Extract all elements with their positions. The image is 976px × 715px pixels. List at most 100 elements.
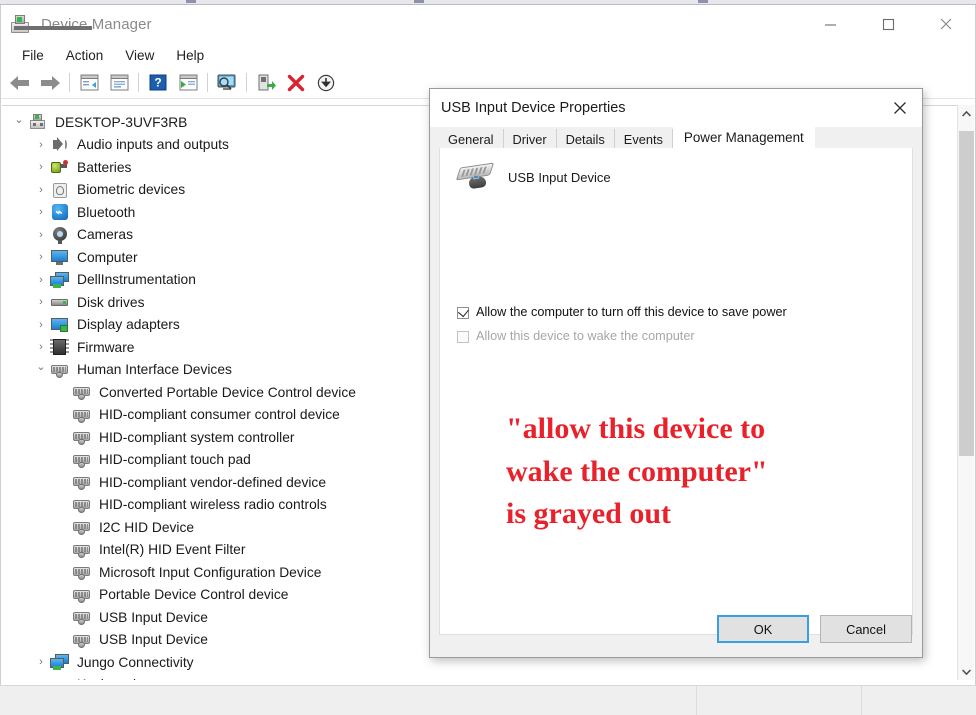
monitor-icon bbox=[50, 248, 70, 266]
firmware-chip-icon bbox=[50, 338, 70, 356]
tree-node-label: Portable Device Control device bbox=[99, 587, 289, 603]
tree-node-label: Intel(R) HID Event Filter bbox=[99, 542, 246, 558]
tree-node-keyboards[interactable]: Keyboards bbox=[2, 674, 942, 680]
tab-events[interactable]: Events bbox=[614, 129, 673, 149]
tree-node-label: Biometric devices bbox=[77, 182, 186, 198]
chevron-right-icon[interactable] bbox=[32, 679, 50, 680]
annotation-line-3: is grayed out bbox=[506, 497, 671, 531]
tree-node-label: Keyboards bbox=[77, 677, 143, 680]
chevron-down-icon[interactable] bbox=[958, 663, 975, 680]
tree-vertical-scrollbar[interactable] bbox=[957, 105, 974, 680]
hid-icon bbox=[72, 541, 92, 559]
enable-device-icon[interactable] bbox=[251, 70, 281, 96]
allow-wake-label: Allow this device to wake the computer bbox=[476, 329, 695, 343]
network-monitors-icon bbox=[50, 271, 70, 289]
chevron-down-icon[interactable] bbox=[10, 116, 28, 129]
menu-bar: File Action View Help bbox=[1, 43, 975, 67]
tree-node-label: DESKTOP-3UVF3RB bbox=[55, 114, 188, 130]
cancel-button[interactable]: Cancel bbox=[820, 615, 912, 643]
computer-root-icon bbox=[28, 113, 48, 131]
hid-icon bbox=[50, 361, 70, 379]
status-bar bbox=[0, 685, 976, 715]
chevron-down-icon[interactable] bbox=[32, 363, 50, 376]
tree-node-label: HID-compliant wireless radio controls bbox=[99, 497, 327, 513]
chevron-right-icon[interactable] bbox=[32, 139, 50, 151]
hid-icon bbox=[72, 496, 92, 514]
tree-node-label: Microsoft Input Configuration Device bbox=[99, 564, 322, 580]
tree-node-label: Audio inputs and outputs bbox=[77, 137, 229, 153]
help-icon[interactable]: ? bbox=[143, 70, 173, 96]
keyboard-icon bbox=[50, 676, 70, 680]
chevron-right-icon[interactable] bbox=[32, 206, 50, 218]
tab-power-management[interactable]: Power Management bbox=[672, 125, 815, 149]
tree-node-label: USB Input Device bbox=[99, 609, 208, 625]
show-hide-console-tree-icon[interactable] bbox=[74, 70, 104, 96]
speaker-icon bbox=[50, 136, 70, 154]
chevron-up-icon[interactable] bbox=[958, 105, 975, 122]
hid-icon bbox=[72, 473, 92, 491]
menu-item-view[interactable]: View bbox=[114, 46, 165, 65]
chevron-right-icon[interactable] bbox=[32, 319, 50, 331]
tree-node-label: Jungo Connectivity bbox=[77, 654, 194, 670]
allow-turn-off-row[interactable]: Allow the computer to turn off this devi… bbox=[457, 305, 787, 320]
minimize-button[interactable] bbox=[801, 5, 859, 43]
status-segment-secondary bbox=[697, 686, 862, 715]
chevron-right-icon[interactable] bbox=[32, 296, 50, 308]
menu-item-action[interactable]: Action bbox=[55, 46, 115, 65]
allow-wake-checkbox bbox=[457, 331, 469, 343]
tree-node-label: USB Input Device bbox=[99, 632, 208, 648]
tab-general[interactable]: General bbox=[439, 129, 504, 149]
power-management-panel: USB Input Device Allow the computer to t… bbox=[439, 148, 913, 635]
dialog-body: General Driver Details Events Power Mana… bbox=[430, 125, 922, 657]
battery-icon bbox=[50, 158, 70, 176]
menu-item-help[interactable]: Help bbox=[165, 46, 215, 65]
tree-node-label: DellInstrumentation bbox=[77, 272, 196, 288]
device-header: USB Input Device bbox=[455, 160, 611, 194]
scrollbar-thumb[interactable] bbox=[959, 131, 974, 456]
dialog-title-bar: USB Input Device Properties bbox=[430, 89, 922, 127]
chevron-right-icon[interactable] bbox=[32, 341, 50, 353]
back-arrow-icon[interactable] bbox=[5, 70, 35, 96]
chevron-right-icon[interactable] bbox=[32, 229, 50, 241]
tab-details[interactable]: Details bbox=[556, 129, 615, 149]
toolbar-separator bbox=[246, 73, 247, 92]
maximize-button[interactable] bbox=[859, 5, 917, 43]
fingerprint-icon bbox=[50, 181, 70, 199]
device-name-label: USB Input Device bbox=[508, 169, 611, 185]
toolbar-separator bbox=[69, 73, 70, 92]
close-button[interactable] bbox=[917, 5, 975, 43]
tree-node-label: Display adapters bbox=[77, 317, 180, 333]
allow-turn-off-label: Allow the computer to turn off this devi… bbox=[476, 305, 787, 319]
tree-node-label: HID-compliant touch pad bbox=[99, 452, 251, 468]
annotation-text: "allow this device to wake the computer"… bbox=[506, 408, 886, 536]
tree-node-label: Disk drives bbox=[77, 294, 145, 310]
disable-device-icon[interactable] bbox=[311, 70, 341, 96]
strip-tick bbox=[414, 0, 424, 3]
ok-button[interactable]: OK bbox=[717, 615, 809, 643]
dialog-close-button[interactable] bbox=[878, 89, 922, 127]
status-segment-tertiary bbox=[862, 686, 976, 715]
bluetooth-icon: ⌁ bbox=[50, 203, 70, 221]
hid-icon bbox=[72, 518, 92, 536]
chevron-right-icon[interactable] bbox=[32, 251, 50, 263]
svg-text:?: ? bbox=[154, 76, 161, 90]
hid-icon bbox=[72, 406, 92, 424]
forward-arrow-icon[interactable] bbox=[35, 70, 65, 96]
strip-tick bbox=[698, 0, 708, 3]
chevron-right-icon[interactable] bbox=[32, 184, 50, 196]
menu-item-file[interactable]: File bbox=[11, 46, 55, 65]
hid-icon bbox=[72, 428, 92, 446]
chevron-right-icon[interactable] bbox=[32, 161, 50, 173]
usb-input-device-icon bbox=[455, 160, 498, 194]
allow-turn-off-checkbox[interactable] bbox=[457, 305, 470, 319]
tree-node-label: HID-compliant vendor-defined device bbox=[99, 474, 326, 490]
toolbar-separator bbox=[207, 73, 208, 92]
strip-tick bbox=[186, 0, 196, 3]
properties-icon[interactable] bbox=[104, 70, 134, 96]
chevron-right-icon[interactable] bbox=[32, 656, 50, 668]
tab-driver[interactable]: Driver bbox=[503, 129, 557, 149]
update-driver-icon[interactable] bbox=[212, 70, 242, 96]
scan-for-hardware-changes-icon[interactable] bbox=[173, 70, 203, 96]
chevron-right-icon[interactable] bbox=[32, 274, 50, 286]
uninstall-device-icon[interactable] bbox=[281, 70, 311, 96]
